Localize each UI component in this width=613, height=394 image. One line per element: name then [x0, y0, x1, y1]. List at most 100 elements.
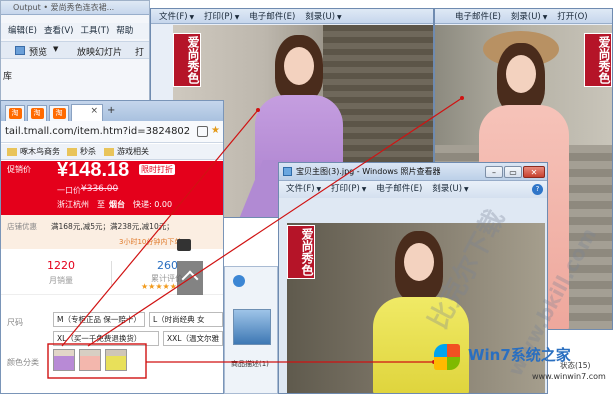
chevron-down-icon: ▼: [337, 14, 342, 21]
reader-icon[interactable]: [197, 126, 208, 137]
price-label: 促销价: [7, 165, 31, 174]
bookmark-folder-icon: [7, 148, 17, 156]
model-face: [404, 243, 434, 281]
menu-burn[interactable]: 刻录(U): [511, 9, 541, 25]
tab-active[interactable]: ×: [71, 104, 103, 121]
brand-caption-left: 爱尚秀色: [173, 33, 201, 87]
menu-burn[interactable]: 刻录(U): [432, 181, 462, 197]
color-swatch-pink[interactable]: [79, 349, 101, 371]
size-option-m[interactable]: M（专柜正品 保一赔十）: [53, 312, 145, 327]
color-swatch-yellow[interactable]: [105, 349, 127, 371]
background-window-menubar: 编辑(E) 查看(V) 工具(T) 帮助: [1, 23, 149, 39]
size-option-xl[interactable]: XL（买一千免费退换货）: [53, 331, 159, 346]
help-icon[interactable]: ?: [532, 184, 543, 195]
chevron-down-icon: ▼: [189, 14, 195, 21]
menu-view[interactable]: 查看(V): [44, 23, 73, 39]
maximize-button[interactable]: ▭: [504, 166, 522, 178]
original-label: 一口价: [57, 186, 81, 195]
reviews-value: 260: [157, 259, 178, 272]
bookmark-folder-icon: [67, 148, 77, 156]
menu-print[interactable]: 打印(P): [204, 9, 233, 25]
tab-1[interactable]: 淘: [5, 105, 25, 121]
win7-logo: Win7系统之家 www.winwin7.com: [428, 340, 613, 394]
model-face: [506, 55, 536, 93]
win7-logo-text: Win7系统之家: [468, 346, 571, 364]
bookmark-seckill[interactable]: 秒杀: [80, 146, 96, 157]
chevron-up-icon: [181, 270, 199, 288]
tmall-cat-icon: [177, 239, 191, 251]
size-option-l[interactable]: L（时尚经典 女: [149, 312, 223, 327]
viewer-right-menubar: 电子邮件(E) 刻录(U) ▼ 打开(O): [435, 9, 612, 24]
win7-url: www.winwin7.com: [532, 372, 606, 381]
monthly-sales-value: 1220: [47, 259, 75, 272]
size-option-xxl[interactable]: XXL（温文尔雅: [163, 331, 223, 346]
address-bar[interactable]: tail.tmall.com/item.htm?id=3824802: [5, 125, 191, 140]
color-swatch-purple[interactable]: [53, 349, 75, 371]
photo-viewer-icon: [283, 167, 292, 176]
background-window-title: Output • 爱尚秀色连衣裙...: [13, 3, 115, 12]
chevron-down-icon: ▼: [53, 45, 59, 53]
rating-stars: ★★★★★: [141, 282, 177, 291]
preview-icon: [15, 46, 25, 55]
menu-email[interactable]: 电子邮件(E): [455, 9, 501, 25]
bookmark-bar: 啄木鸟商务 秒杀 游戏相关: [1, 144, 223, 160]
chevron-down-icon: ▼: [464, 186, 469, 193]
back-icon[interactable]: [233, 275, 245, 287]
bookmark-woodpecker[interactable]: 啄木鸟商务: [20, 146, 60, 157]
back-to-top-button[interactable]: [177, 261, 203, 295]
shipping-from: 浙江杭州: [57, 200, 89, 209]
menu-file[interactable]: 文件(F): [286, 181, 315, 197]
side-text: 库: [3, 72, 13, 82]
background-window-titlebar: Output • 爱尚秀色连衣裙...: [1, 1, 149, 15]
menu-email[interactable]: 电子邮件(E): [376, 181, 422, 197]
print-button[interactable]: 打: [135, 45, 144, 58]
model-face: [284, 47, 314, 85]
window-title: 宝贝主图(3).jpg - Windows 照片查看器: [296, 167, 441, 176]
thumbnail-label: 商品描述(1): [231, 360, 269, 368]
divider: [111, 261, 112, 285]
taobao-tab-icon: 淘: [8, 108, 22, 119]
slideshow-button[interactable]: 放映幻灯片: [77, 45, 122, 58]
minimize-button[interactable]: –: [485, 166, 503, 178]
shipping-express: 快递: 0.00: [133, 200, 173, 209]
menu-open[interactable]: 打开(O): [557, 9, 587, 25]
viewer-front-menubar: 文件(F) ▼ 打印(P) ▼ 电子邮件(E) 刻录(U) ▼ ?: [279, 181, 547, 198]
preview-button[interactable]: 预览: [29, 45, 47, 58]
windows-flag-icon: [434, 344, 460, 370]
browser-window: 淘 淘 淘 × + tail.tmall.com/item.htm?id=382…: [0, 100, 224, 394]
brand-caption-right: 爱尚秀色: [584, 33, 612, 87]
close-button[interactable]: ✕: [523, 166, 545, 178]
coupon-text: 满168元,减5元；满238元,减10元；: [51, 222, 174, 231]
new-tab-button[interactable]: +: [107, 105, 119, 118]
menu-email[interactable]: 电子邮件(E): [249, 9, 295, 25]
chevron-down-icon: ▼: [316, 186, 322, 193]
bookmark-games[interactable]: 游戏相关: [117, 146, 149, 157]
menu-print[interactable]: 打印(P): [331, 181, 360, 197]
address-bar-row: tail.tmall.com/item.htm?id=3824802 ★: [1, 121, 223, 143]
original-price: ¥336.00: [81, 184, 119, 194]
monthly-sales-label: 月销量: [49, 276, 73, 285]
thumbnail-image[interactable]: [233, 309, 271, 345]
menu-burn[interactable]: 刻录(U): [305, 9, 335, 25]
chevron-down-icon: ▼: [234, 14, 240, 21]
menu-help[interactable]: 帮助: [116, 23, 133, 39]
promo-tag: 限时打折: [139, 164, 175, 175]
viewer-front-titlebar: 宝贝主图(3).jpg - Windows 照片查看器 – ▭ ✕: [279, 163, 547, 181]
explorer-strip: 商品描述(1): [224, 266, 278, 394]
tab-2[interactable]: 淘: [27, 105, 47, 121]
price-value: ¥148.18: [57, 159, 130, 181]
shipping-to: 至: [97, 200, 105, 209]
tab-close-icon[interactable]: ×: [90, 106, 98, 116]
menu-edit[interactable]: 编辑(E): [8, 23, 37, 39]
favorites-icon[interactable]: ★: [211, 125, 220, 136]
tab-3[interactable]: 淘: [49, 105, 69, 121]
taobao-tab-icon: 淘: [30, 108, 44, 119]
coupon-label: 店铺优惠: [7, 222, 37, 231]
size-label: 尺码: [7, 318, 23, 327]
brand-caption-front: 爱尚秀色: [287, 225, 315, 279]
menu-file[interactable]: 文件(F): [159, 9, 188, 25]
menu-tools[interactable]: 工具(T): [80, 23, 109, 39]
chevron-down-icon: ▼: [542, 14, 548, 21]
shipping-city-select[interactable]: 烟台: [109, 199, 125, 210]
bookmark-folder-icon: [104, 148, 114, 156]
